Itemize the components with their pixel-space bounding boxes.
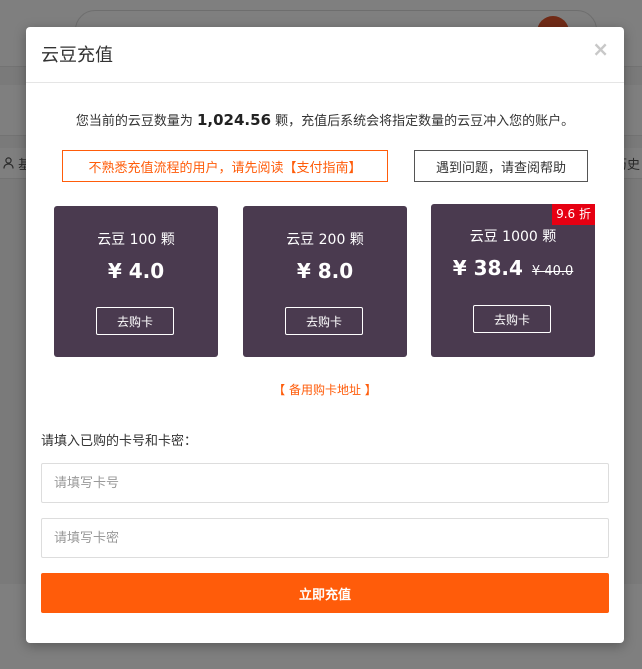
buy-card-button[interactable]: 去购卡 [96, 307, 174, 335]
original-price: ¥ 40.0 [531, 264, 574, 279]
package-card-200: 云豆 200 颗 ¥ 8.0 去购卡 [243, 206, 407, 357]
package-price-value: ¥ 4.0 [107, 259, 165, 283]
card-form-label: 请填入已购的卡号和卡密： [41, 434, 198, 449]
payment-guide-button[interactable]: 不熟悉充值流程的用户，请先阅读【支付指南】 [62, 150, 388, 182]
help-button[interactable]: 遇到问题，请查阅帮助 [414, 150, 588, 182]
package-price-value: ¥ 38.4 [452, 256, 523, 280]
modal-title: 云豆充值 [41, 45, 113, 66]
discount-badge: 9.6 折 [552, 204, 595, 225]
balance-amount: 1,024.56 [196, 111, 272, 129]
package-name: 云豆 100 颗 [97, 232, 175, 248]
recharge-modal: 云豆充值 × 您当前的云豆数量为 1,024.56 颗，充值后系统会将指定数量的… [26, 27, 624, 643]
package-card-100: 云豆 100 颗 ¥ 4.0 去购卡 [54, 206, 218, 357]
buy-card-button[interactable]: 去购卡 [473, 305, 551, 333]
balance-prefix: 您当前的云豆数量为 [75, 114, 193, 129]
package-name: 云豆 1000 颗 [469, 229, 557, 245]
balance-suffix: 颗，充值后系统会将指定数量的云豆冲入您的账户。 [275, 114, 575, 129]
modal-header: 云豆充值 × [26, 27, 624, 83]
package-name: 云豆 200 颗 [286, 232, 364, 248]
recharge-submit-button[interactable]: 立即充值 [41, 573, 609, 613]
package-price-value: ¥ 8.0 [296, 259, 354, 283]
package-price: ¥ 38.4 ¥ 40.0 [431, 256, 595, 280]
card-password-input[interactable] [41, 518, 609, 558]
backup-purchase-link[interactable]: 【 备用购卡地址 】 [26, 381, 624, 398]
card-number-input[interactable] [41, 463, 609, 503]
close-icon[interactable]: × [592, 39, 609, 59]
package-price: ¥ 4.0 [54, 259, 218, 283]
package-card-1000: 9.6 折 云豆 1000 颗 ¥ 38.4 ¥ 40.0 去购卡 [431, 204, 595, 357]
buy-card-button[interactable]: 去购卡 [285, 307, 363, 335]
package-price: ¥ 8.0 [243, 259, 407, 283]
balance-line: 您当前的云豆数量为 1,024.56 颗，充值后系统会将指定数量的云豆冲入您的账… [26, 110, 624, 129]
